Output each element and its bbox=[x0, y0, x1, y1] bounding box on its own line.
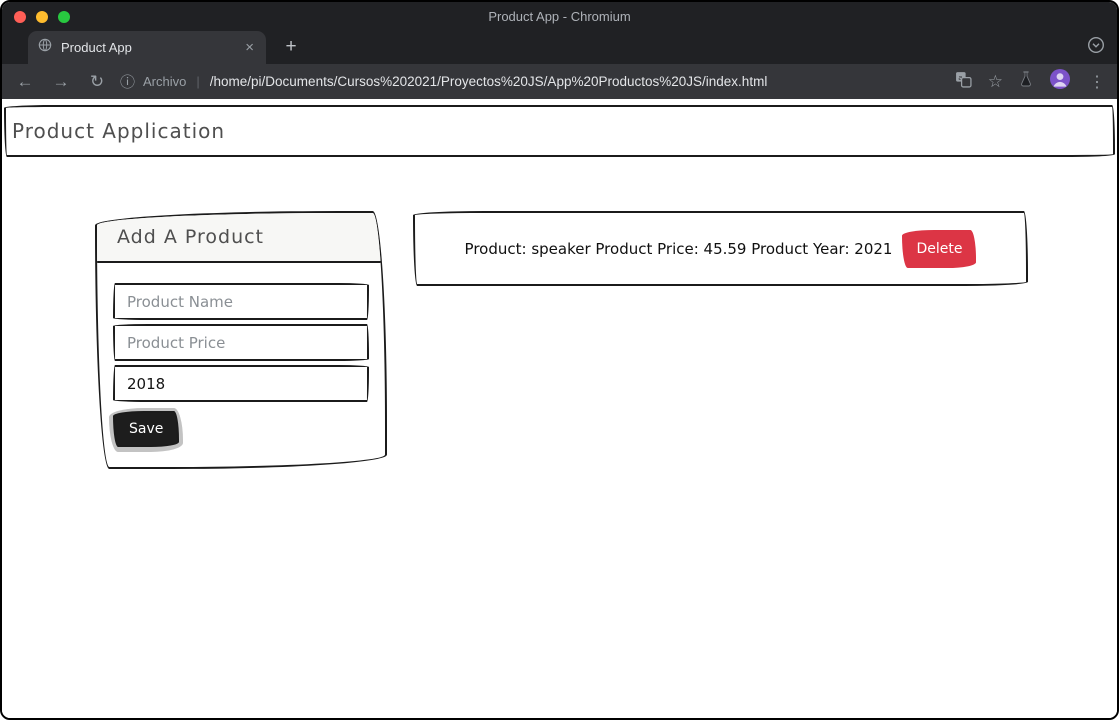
forward-icon[interactable]: → bbox=[46, 68, 76, 96]
reload-icon[interactable]: ↻ bbox=[82, 68, 112, 96]
translate-icon[interactable]: a bbox=[955, 71, 972, 93]
minimize-window-button[interactable] bbox=[36, 10, 48, 23]
tab-close-icon[interactable]: × bbox=[243, 40, 256, 55]
flask-extension-icon[interactable] bbox=[1019, 71, 1033, 92]
add-product-card-title: Add A Product bbox=[97, 213, 385, 263]
page-info-icon[interactable]: ⓘ bbox=[120, 71, 135, 92]
product-name-input[interactable] bbox=[113, 283, 369, 320]
tab-product-app[interactable]: Product App × bbox=[28, 31, 266, 64]
add-product-card: Add A Product Save bbox=[95, 211, 387, 469]
content-row: Add A Product Save Product: speaker Prod… bbox=[2, 211, 1117, 469]
product-year-input[interactable] bbox=[113, 365, 369, 402]
product-price-input[interactable] bbox=[113, 324, 369, 361]
product-list-item: Product: speaker Product Price: 45.59 Pr… bbox=[413, 211, 1028, 286]
delete-button[interactable]: Delete bbox=[902, 229, 977, 268]
profile-avatar[interactable] bbox=[1049, 68, 1071, 95]
close-window-button[interactable] bbox=[14, 10, 26, 23]
url-text[interactable]: /home/pi/Documents/Cursos%202021/Proyect… bbox=[210, 74, 768, 89]
window-controls bbox=[2, 10, 70, 23]
product-summary-text: Product: speaker Product Price: 45.59 Pr… bbox=[464, 239, 893, 258]
add-product-form: Save bbox=[97, 263, 385, 467]
save-button[interactable]: Save bbox=[113, 411, 180, 447]
maximize-window-button[interactable] bbox=[58, 10, 70, 23]
web-page: Product Application Add A Product Save P… bbox=[2, 99, 1117, 718]
address-separator: | bbox=[196, 74, 200, 89]
back-icon[interactable]: ← bbox=[10, 68, 40, 96]
globe-favicon-icon bbox=[38, 38, 52, 57]
page-title: Product Application bbox=[4, 105, 1115, 157]
scheme-label: Archivo bbox=[143, 74, 187, 89]
browser-window: Product App - Chromium Product App × + ←… bbox=[0, 0, 1119, 720]
bookmark-star-icon[interactable]: ☆ bbox=[988, 72, 1003, 92]
new-tab-button[interactable]: + bbox=[278, 35, 304, 61]
toolbar-actions: a ☆ ⋮ bbox=[955, 68, 1107, 95]
window-title: Product App - Chromium bbox=[488, 9, 631, 24]
address-bar[interactable]: ⓘ Archivo | /home/pi/Documents/Cursos%20… bbox=[120, 71, 943, 92]
titlebar: Product App - Chromium bbox=[2, 2, 1117, 31]
browser-menu-icon[interactable]: ⋮ bbox=[1087, 72, 1107, 92]
toolbar: ← → ↻ ⓘ Archivo | /home/pi/Documents/Cur… bbox=[2, 64, 1117, 99]
tab-title: Product App bbox=[61, 40, 132, 55]
tab-search-icon[interactable] bbox=[1087, 36, 1105, 59]
tab-strip: Product App × + bbox=[2, 31, 1117, 64]
